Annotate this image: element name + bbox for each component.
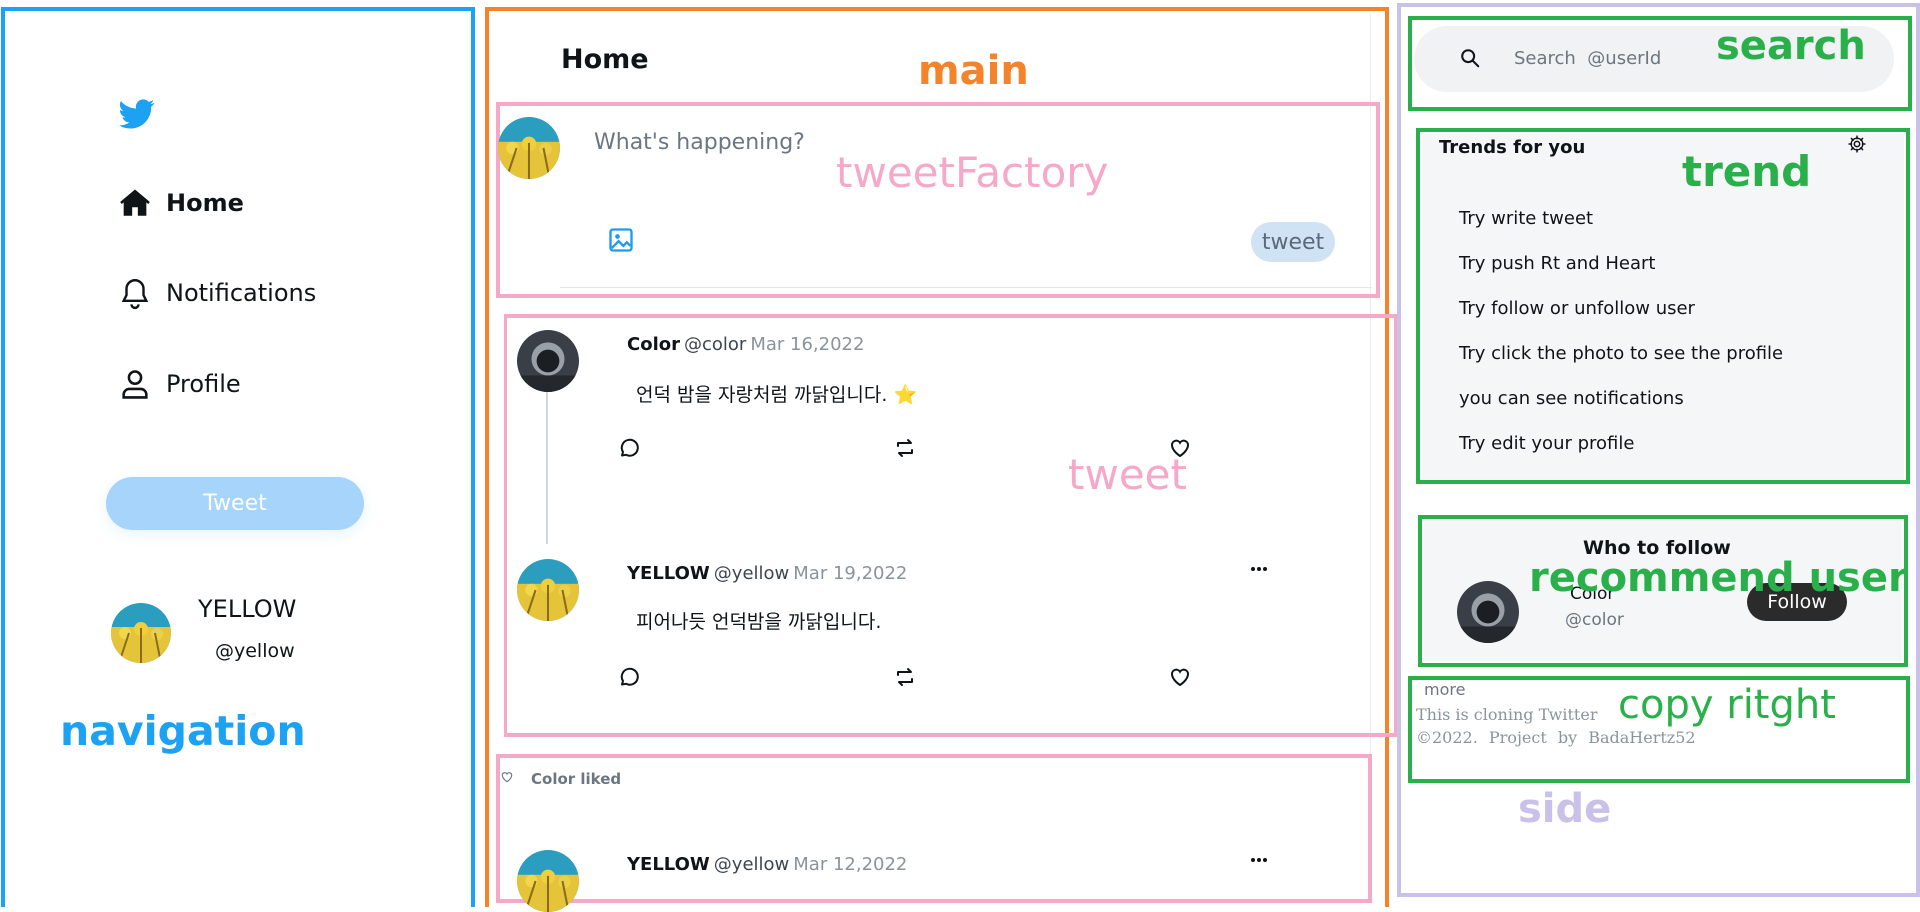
tweet-author-name[interactable]: Color (627, 334, 680, 355)
trend-item[interactable]: Try write tweet (1459, 208, 1593, 229)
tweet-text: 피어나듯 언덕밤을 까닭입니다. (636, 611, 882, 633)
retweet-icon[interactable] (893, 436, 917, 460)
tweet-author-handle: @yellow (713, 854, 790, 875)
copyright-text: ©2022. Project by BadaHertz52 (1416, 728, 1696, 747)
annotation-tweet-factory: tweetFactory (836, 148, 1109, 197)
tweet-header: YELLOW @yellow Mar 19,2022 (627, 563, 907, 584)
avatar[interactable] (517, 330, 579, 392)
divider (560, 287, 1372, 288)
page-title: Home (561, 44, 649, 75)
trend-title: Trends for you (1439, 137, 1586, 158)
annotation-trend: trend (1682, 147, 1812, 196)
trend-item[interactable]: Try click the photo to see the profile (1459, 343, 1783, 364)
search-icon (1461, 49, 1480, 68)
nav-item-notifications[interactable]: Notifications (118, 276, 316, 310)
nav-item-label: Profile (166, 370, 241, 398)
heart-icon[interactable] (1168, 665, 1192, 689)
tweet-date: Mar 19,2022 (793, 563, 908, 584)
annotation-tweet: tweet (1068, 450, 1187, 499)
tweet-submit-button[interactable]: tweet (1251, 222, 1335, 262)
avatar[interactable] (498, 117, 560, 179)
tweet-button[interactable]: Tweet (106, 477, 364, 530)
gear-icon[interactable] (1847, 134, 1867, 154)
thread-line (546, 392, 548, 544)
bell-icon (121, 279, 149, 310)
avatar[interactable] (111, 603, 171, 663)
current-user-handle: @yellow (215, 640, 295, 662)
tweet-author-handle: @color (684, 334, 747, 355)
tweet-author-handle: @yellow (713, 563, 790, 584)
trend-item[interactable]: Try push Rt and Heart (1459, 253, 1655, 274)
more-options-icon[interactable] (1249, 856, 1269, 864)
navigation-section-frame (1, 7, 475, 907)
nav-item-home[interactable]: Home (118, 186, 244, 220)
avatar[interactable] (1457, 581, 1519, 643)
liked-tweet-frame (496, 754, 1372, 903)
tweet-date: Mar 16,2022 (750, 334, 865, 355)
nav-item-label: Home (166, 189, 244, 217)
nav-item-profile[interactable]: Profile (118, 367, 241, 401)
user-icon (122, 370, 148, 399)
search-input[interactable] (1514, 42, 1724, 74)
home-icon (120, 189, 150, 216)
annotation-navigation: navigation (60, 707, 306, 755)
tweet-author-name[interactable]: YELLOW (627, 563, 710, 584)
tweet-header: YELLOW @yellow Mar 12,2022 (627, 854, 907, 875)
annotation-search: search (1716, 23, 1866, 69)
image-icon[interactable] (607, 226, 635, 254)
reply-icon[interactable] (617, 665, 641, 689)
liked-by-label: Color liked (531, 770, 622, 788)
twitter-bird-icon[interactable] (118, 96, 156, 132)
trend-item[interactable]: Try edit your profile (1459, 433, 1634, 454)
annotation-copyright: copy ritght (1618, 682, 1836, 728)
more-options-icon[interactable] (1249, 565, 1269, 573)
trend-item[interactable]: you can see notifications (1459, 388, 1684, 409)
annotation-main: main (918, 48, 1029, 94)
current-user-name: YELLOW (198, 595, 297, 623)
tweet-date: Mar 12,2022 (793, 854, 908, 875)
annotation-recommend-user: recommend user (1529, 555, 1908, 601)
heart-icon (501, 772, 513, 783)
reply-icon[interactable] (617, 436, 641, 460)
retweet-icon[interactable] (893, 665, 917, 689)
more-link[interactable]: more (1424, 680, 1465, 699)
avatar[interactable] (517, 559, 579, 621)
nav-item-label: Notifications (166, 279, 317, 307)
annotation-side: side (1518, 786, 1612, 832)
trend-item[interactable]: Try follow or unfollow user (1459, 298, 1695, 319)
tweet-header: Color @color Mar 16,2022 (627, 334, 864, 355)
tweet-author-name[interactable]: YELLOW (627, 854, 710, 875)
copyright-text: This is cloning Twitter (1416, 705, 1598, 724)
follow-user-handle: @color (1565, 610, 1624, 630)
tweet-text: 언덕 밤을 자랑처럼 까닭입니다. ⭐ (636, 384, 918, 406)
